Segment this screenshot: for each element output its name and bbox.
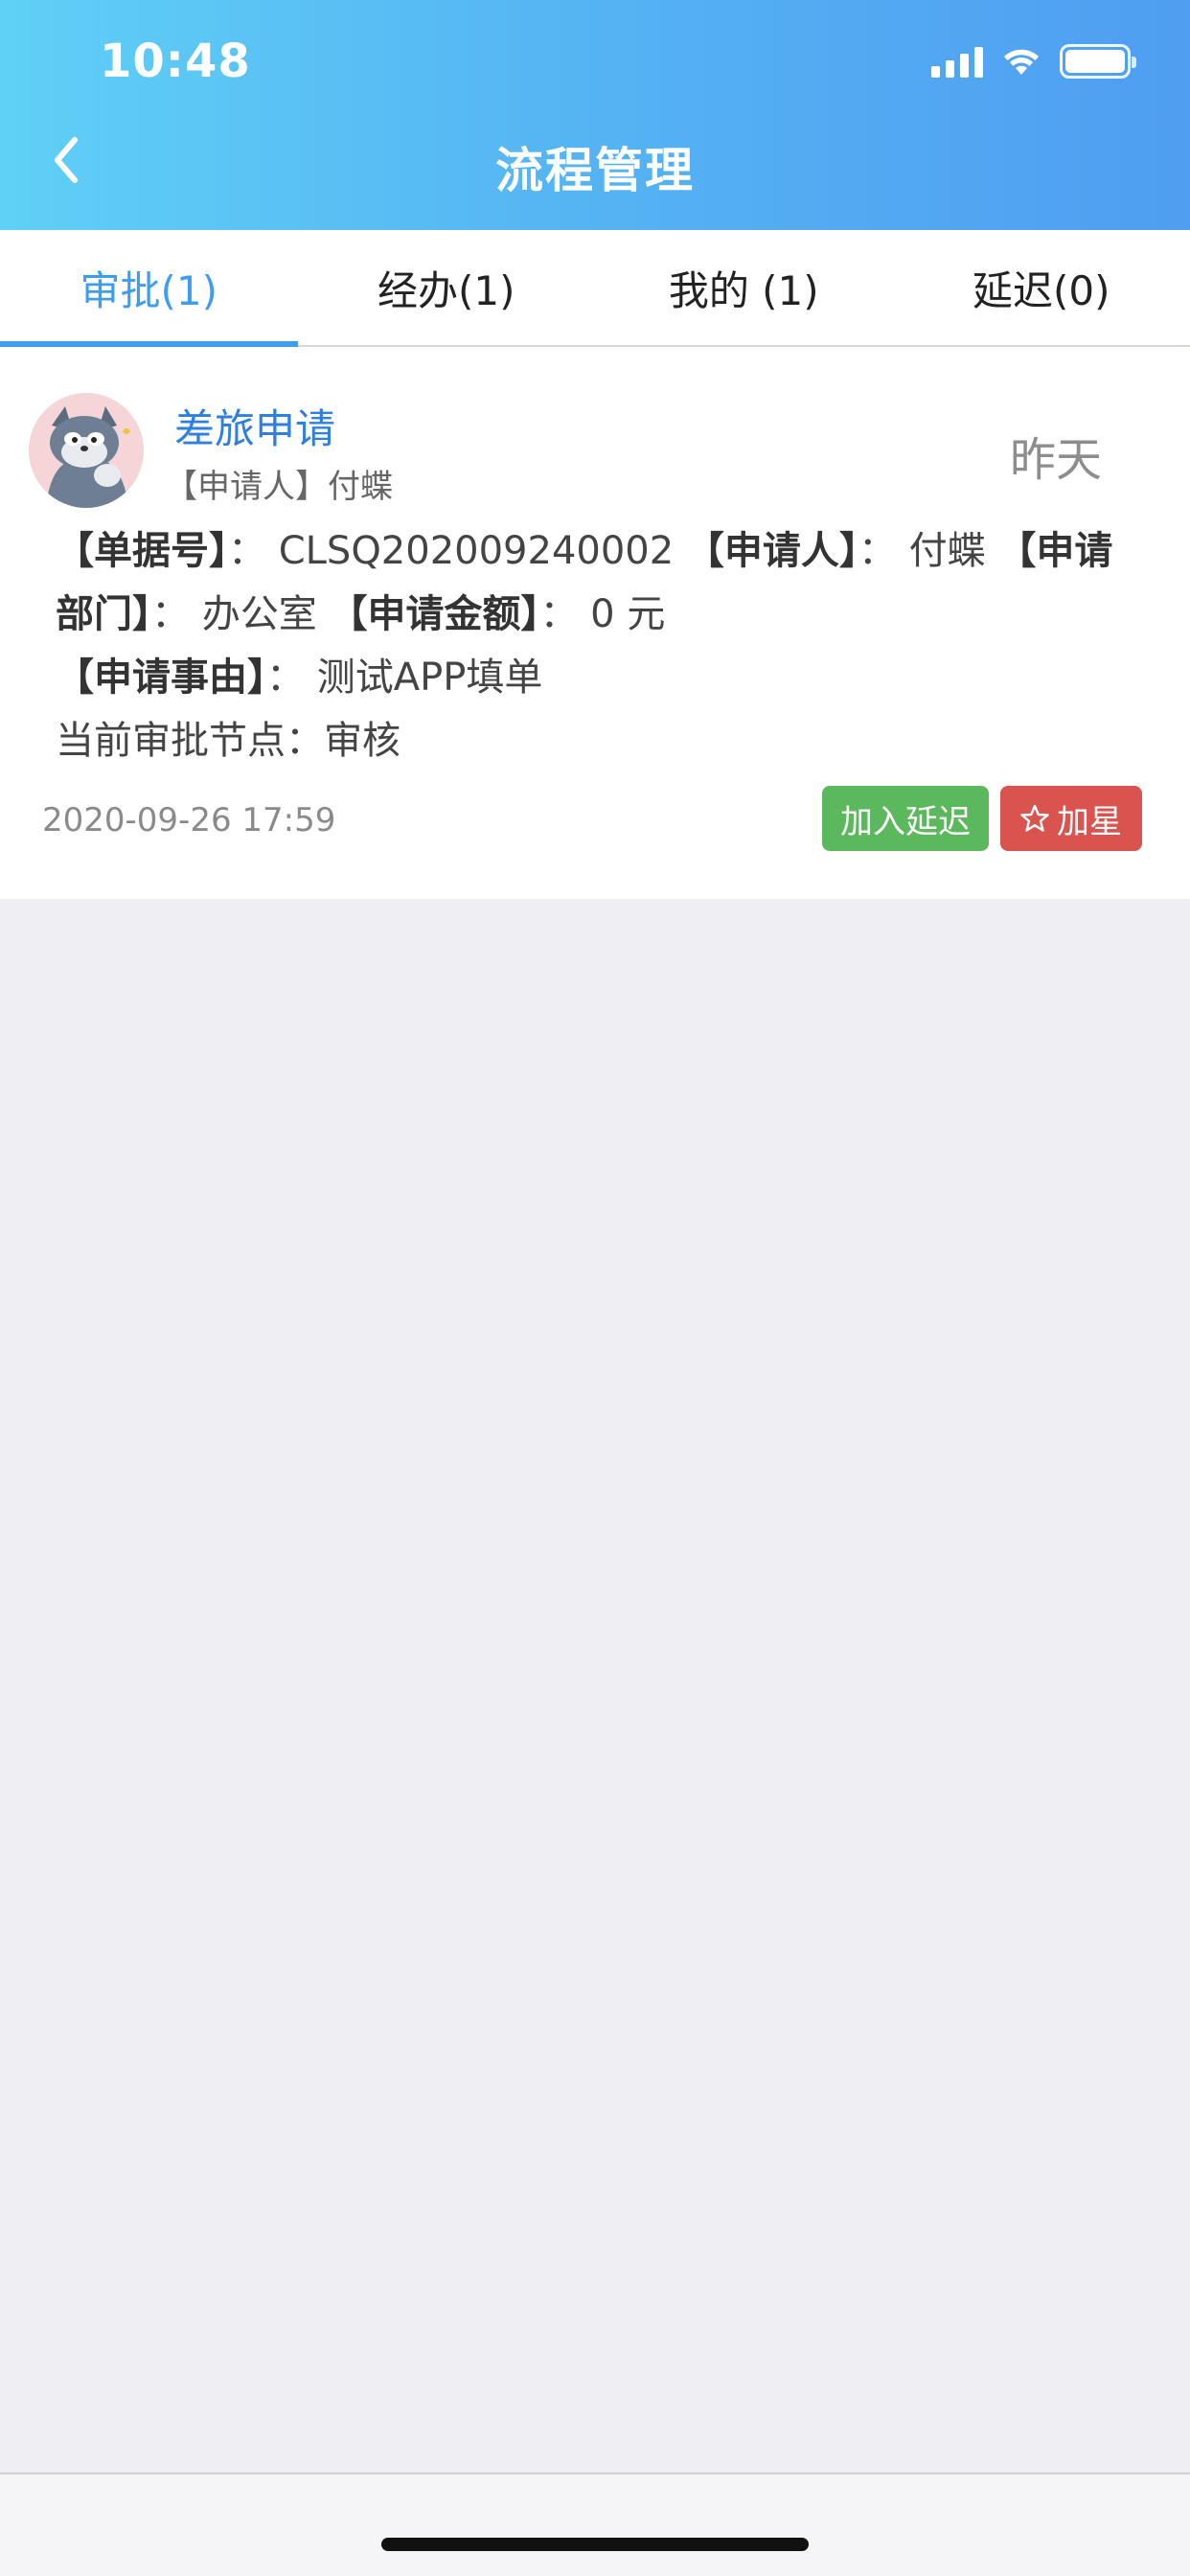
- amount-value: 0 元: [590, 592, 666, 636]
- reason-line: 【申请事由】： 测试APP填单: [56, 646, 1138, 709]
- card-date: 2020-09-26 17:59: [42, 801, 336, 840]
- amount-label: 【申请金额】: [329, 592, 540, 636]
- doc-no-value: CLSQ202009240002: [278, 529, 675, 573]
- add-delay-label: 加入延迟: [840, 802, 971, 841]
- status-icons: [931, 42, 1136, 80]
- avatar: [29, 393, 144, 508]
- tab-bar: 审批(1) 经办(1) 我的 (1) 延迟(0): [0, 230, 1190, 347]
- tab-handled[interactable]: 经办(1): [298, 230, 596, 345]
- tab-mine[interactable]: 我的 (1): [595, 230, 893, 345]
- signal-icon: [931, 45, 983, 78]
- star-outline-icon: [1020, 804, 1049, 832]
- wifi-icon: [1004, 49, 1039, 75]
- add-delay-button[interactable]: 加入延迟: [822, 786, 989, 851]
- screen: 10:48 流程管理 审批(1) 经办(1) 我的 (1) 延迟(0) 差旅申请…: [0, 0, 1190, 2576]
- add-star-button[interactable]: 加星: [1000, 786, 1142, 851]
- doc-no-separator: ：: [228, 529, 266, 573]
- tab-delayed[interactable]: 延迟(0): [893, 230, 1190, 345]
- applicant-value: 付蝶: [908, 529, 986, 573]
- detail-paragraph: 【单据号】： CLSQ202009240002 【申请人】： 付蝶 【申请部门】…: [56, 529, 1112, 636]
- page-title: 流程管理: [495, 143, 695, 198]
- reason-separator: ：: [266, 656, 305, 700]
- add-star-label: 加星: [1057, 802, 1122, 841]
- approval-node: 当前审批节点：审核: [56, 719, 400, 763]
- applicant-separator: ：: [858, 529, 897, 573]
- cat-avatar-image: [29, 393, 144, 508]
- doc-no-label: 【单据号】: [56, 529, 228, 573]
- card-title: 差旅申请: [174, 405, 336, 452]
- home-indicator[interactable]: [381, 2538, 809, 2551]
- card-details: 【单据号】： CLSQ202009240002 【申请人】： 付蝶 【申请部门】…: [56, 519, 1138, 772]
- card-relative-time: 昨天: [1009, 433, 1102, 487]
- battery-icon: [1060, 44, 1136, 79]
- approval-card[interactable]: 差旅申请 【申请人】付蝶 昨天 【单据号】： CLSQ202009240002 …: [0, 347, 1190, 899]
- reason-value: 测试APP填单: [316, 656, 543, 700]
- amount-separator: ：: [539, 592, 579, 636]
- dept-separator: ：: [151, 592, 190, 636]
- applicant-label: 【申请人】: [685, 529, 858, 573]
- dept-value: 办公室: [201, 592, 317, 636]
- card-applicant: 【申请人】付蝶: [165, 468, 393, 506]
- home-bar-area: [0, 2472, 1190, 2576]
- tab-approval[interactable]: 审批(1): [0, 230, 298, 347]
- status-time: 10:48: [100, 34, 251, 88]
- header: 10:48 流程管理: [0, 0, 1190, 230]
- reason-label: 【申请事由】: [56, 656, 266, 700]
